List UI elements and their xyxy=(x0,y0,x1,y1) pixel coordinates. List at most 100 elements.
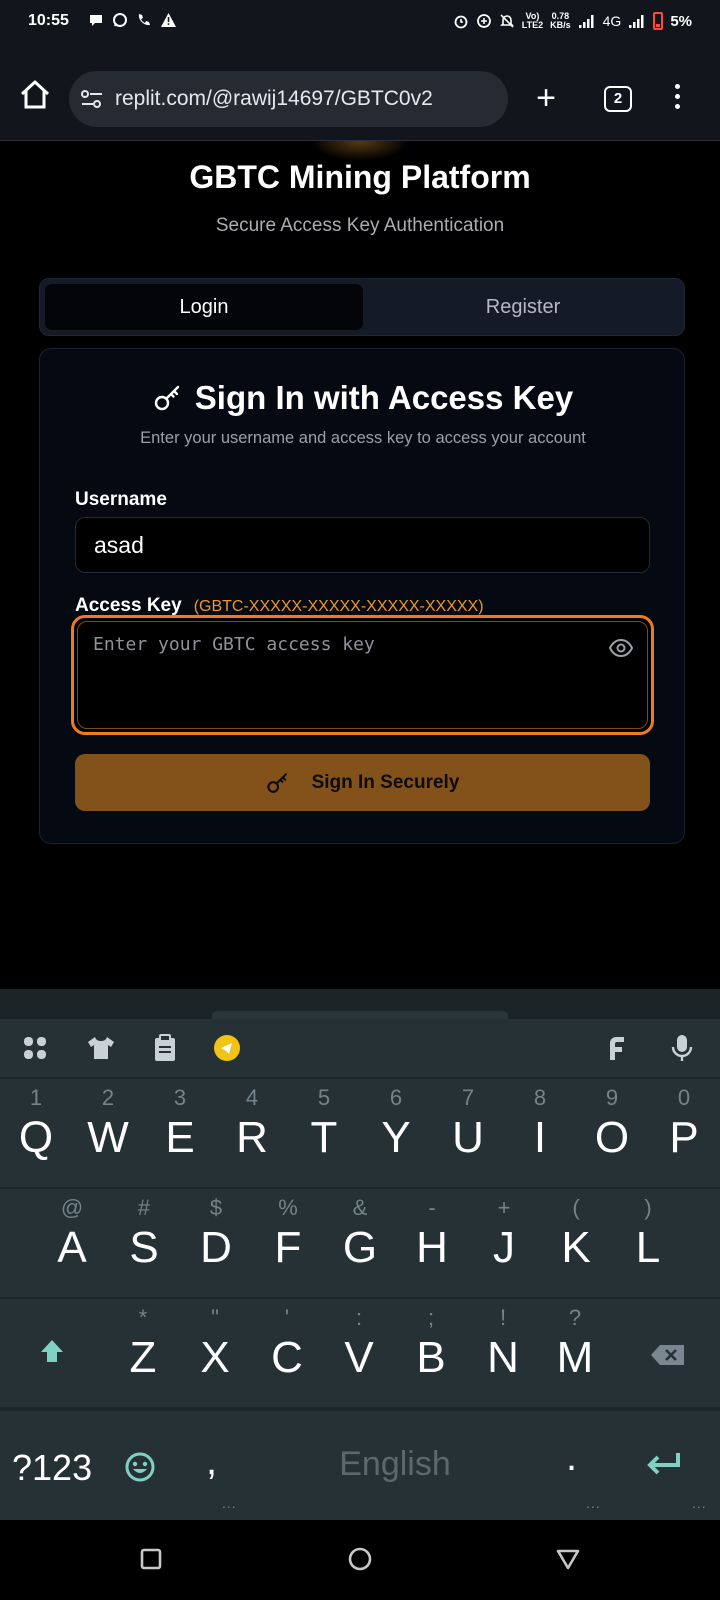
key-l[interactable]: ) L xyxy=(612,1189,684,1299)
key-m[interactable]: ? M xyxy=(539,1299,611,1409)
key-c[interactable]: ' C xyxy=(251,1299,323,1409)
key-w[interactable]: 2W xyxy=(72,1079,144,1189)
soft-keyboard: 1Q 2W 3E 4R 5T 6Y 7U 8I 9O 0P @ A # S $ D %… xyxy=(0,989,720,1520)
access-key-label-row: Access Key (GBTC-XXXXX-XXXXX-XXXXX-XXXXX… xyxy=(75,595,484,617)
key-u[interactable]: 7U xyxy=(432,1079,504,1189)
theme-shirt-icon[interactable] xyxy=(86,1033,116,1063)
key-s[interactable]: # S xyxy=(108,1189,180,1299)
login-card: Sign In with Access Key Enter your usern… xyxy=(39,348,685,844)
card-title: Sign In with Access Key xyxy=(194,379,574,416)
access-key-format-hint: (GBTC-XXXXX-XXXXX-XXXXX-XXXXX) xyxy=(193,598,484,615)
key-v[interactable]: :V xyxy=(323,1299,395,1409)
system-nav-bar xyxy=(0,1520,720,1600)
warning-icon xyxy=(161,13,176,27)
key-i[interactable]: 8I xyxy=(504,1079,576,1189)
username-input[interactable]: asad xyxy=(75,517,650,573)
back-triangle-icon[interactable] xyxy=(555,1546,581,1572)
battery-icon xyxy=(653,12,664,30)
call-icon xyxy=(138,14,150,26)
apps-grid-icon[interactable] xyxy=(20,1033,50,1063)
chat-bubble-icon xyxy=(90,15,102,26)
keyboard-bottom-row: ?123 , English . ... ... ... xyxy=(0,1409,720,1520)
tab-register[interactable]: Register xyxy=(364,284,682,330)
web-page: GBTC Mining Platform Secure Access Key A… xyxy=(0,141,720,989)
keyboard-row-3: * Z " X ' C :V ; B ! N ? M xyxy=(0,1297,720,1407)
backspace-key[interactable] xyxy=(616,1299,720,1409)
address-bar[interactable]: replit.com/@rawij14697/GBTC0v2 xyxy=(69,71,508,127)
symbols-key[interactable]: ?123 xyxy=(12,1447,92,1489)
sticker-icon[interactable] xyxy=(212,1033,242,1063)
key-b[interactable]: ; B xyxy=(395,1299,467,1409)
sign-in-label: Sign In Securely xyxy=(311,771,460,793)
key-j[interactable]: + J xyxy=(468,1189,540,1299)
key-e[interactable]: 3E xyxy=(144,1079,216,1189)
network-type: 4G xyxy=(602,13,622,29)
alarm-icon xyxy=(454,15,468,29)
enter-icon[interactable] xyxy=(644,1449,684,1479)
period-key[interactable]: . xyxy=(566,1435,577,1480)
username-label: Username xyxy=(75,489,167,510)
comma-more-indicator: ... xyxy=(222,1495,237,1511)
access-key-label: Access Key xyxy=(75,595,182,616)
tab-switcher-button[interactable]: 2 xyxy=(604,86,632,112)
site-settings-icon[interactable] xyxy=(81,89,103,109)
comma-key[interactable]: , xyxy=(206,1439,217,1484)
key-h[interactable]: -H xyxy=(396,1189,468,1299)
card-description: Enter your username and access key to ac… xyxy=(140,429,586,447)
key-z[interactable]: * Z xyxy=(107,1299,179,1409)
new-tab-icon[interactable]: + xyxy=(530,81,562,116)
key-n[interactable]: ! N xyxy=(467,1299,539,1409)
key-icon xyxy=(266,772,287,793)
key-y[interactable]: 6Y xyxy=(360,1079,432,1189)
browser-toolbar: replit.com/@rawij14697/GBTC0v2 + 2 xyxy=(0,46,720,141)
key-r[interactable]: 4R xyxy=(216,1079,288,1189)
recents-icon[interactable] xyxy=(138,1546,164,1572)
url-text: replit.com/@rawij14697/GBTC0v2 xyxy=(115,87,433,110)
net-speed: 0.78 KB/s xyxy=(550,11,571,30)
auth-tabs: Login Register xyxy=(39,278,685,336)
page-subtitle: Secure Access Key Authentication xyxy=(215,215,505,236)
battery-percent: 5% xyxy=(670,12,692,30)
key-g[interactable]: & G xyxy=(324,1189,396,1299)
notification-icons xyxy=(88,12,177,28)
keyboard-row-1: 1Q 2W 3E 4R 5T 6Y 7U 8I 9O 0P xyxy=(0,1077,720,1187)
period-more-indicator: ... xyxy=(586,1495,601,1511)
home-icon[interactable] xyxy=(18,78,52,112)
card-header: Sign In with Access Key xyxy=(40,379,686,417)
keyboard-row-2: @ A # S $ D % F & G -H + J (K ) L xyxy=(0,1187,720,1297)
clipboard-icon[interactable] xyxy=(150,1033,180,1063)
key-k[interactable]: (K xyxy=(540,1189,612,1299)
microphone-icon[interactable] xyxy=(667,1033,697,1063)
key-q[interactable]: 1Q xyxy=(0,1079,72,1189)
key-a[interactable]: @ A xyxy=(36,1189,108,1299)
access-key-placeholder: Enter your GBTC access key xyxy=(93,634,375,655)
key-o[interactable]: 9O xyxy=(576,1079,648,1189)
key-icon xyxy=(154,385,179,411)
shift-key[interactable] xyxy=(0,1299,104,1409)
key-d[interactable]: $ D xyxy=(180,1189,252,1299)
key-p[interactable]: 0P xyxy=(648,1079,720,1189)
eye-icon[interactable] xyxy=(609,638,633,658)
enter-more-indicator: ... xyxy=(692,1495,707,1511)
tab-login[interactable]: Login xyxy=(45,284,363,330)
sign-in-button[interactable]: Sign In Securely xyxy=(75,754,650,811)
keyboard-top-strip xyxy=(0,989,720,1021)
home-circle-icon[interactable] xyxy=(347,1546,373,1572)
font-style-icon[interactable] xyxy=(602,1033,632,1063)
status-right-icons: Vo) LTE2 0.78 KB/s 4G 5% xyxy=(453,12,692,30)
whatsapp-icon xyxy=(113,13,127,27)
key-t[interactable]: 5T xyxy=(288,1079,360,1189)
signal-icon xyxy=(578,14,594,28)
keyboard-toolbar xyxy=(0,1019,720,1077)
signal-icon-2 xyxy=(629,14,644,28)
more-menu-icon[interactable] xyxy=(670,84,684,114)
username-value: asad xyxy=(94,532,144,558)
volte-indicator: Vo) LTE2 xyxy=(521,11,544,30)
key-x[interactable]: " X xyxy=(179,1299,251,1409)
emoji-icon[interactable] xyxy=(124,1451,156,1483)
access-key-input[interactable]: Enter your GBTC access key xyxy=(71,615,654,735)
key-f[interactable]: % F xyxy=(252,1189,324,1299)
status-time: 10:55 xyxy=(28,12,69,29)
header-glow xyxy=(310,141,410,161)
space-bar[interactable]: English xyxy=(260,1445,530,1484)
